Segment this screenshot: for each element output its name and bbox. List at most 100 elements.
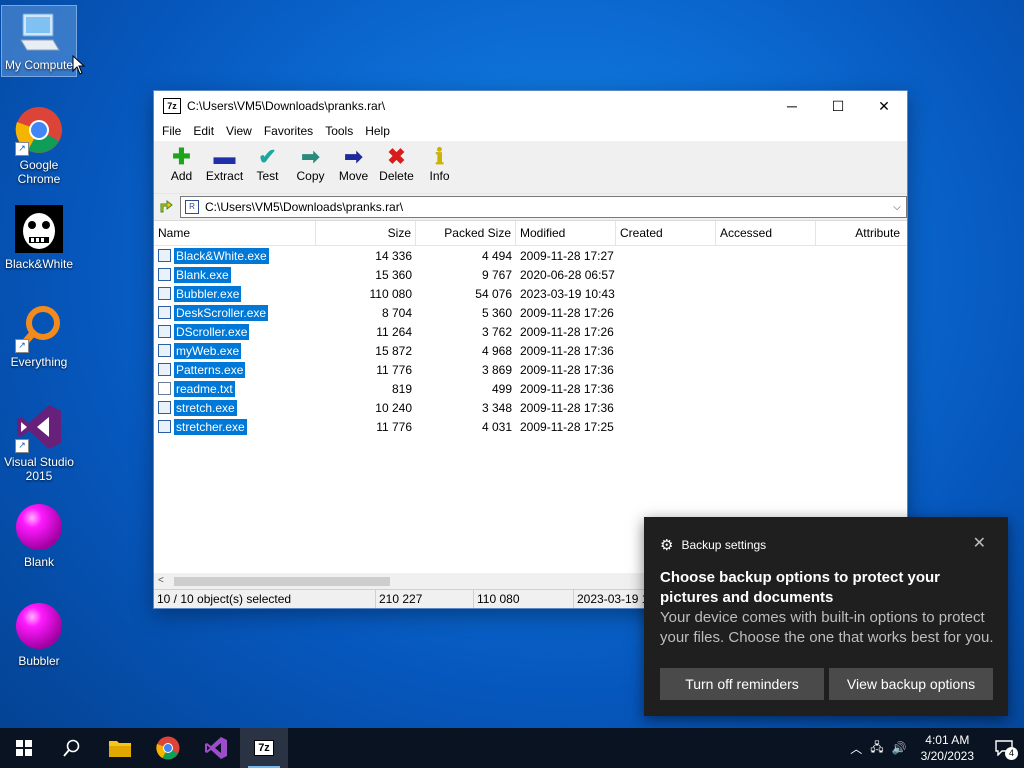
toast-close-button[interactable]: ✕	[973, 533, 986, 553]
file-modified: 2023-03-19 10:43	[520, 286, 615, 301]
delete-button[interactable]: ✖ Delete	[375, 141, 418, 184]
menu-view[interactable]: View	[220, 124, 258, 138]
exe-file-icon	[158, 401, 171, 414]
exe-file-icon	[158, 363, 171, 376]
scroll-left-icon[interactable]: <	[158, 573, 164, 589]
desktop-icon-my-computer[interactable]: My Compute	[1, 5, 77, 77]
file-modified: 2009-11-28 17:36	[520, 400, 614, 415]
address-bar[interactable]: R C:\Users\VM5\Downloads\pranks.rar\ ⌵	[180, 196, 907, 218]
extract-label: Extract	[205, 169, 244, 183]
info-button[interactable]: ℹ Info	[418, 141, 461, 184]
menu-favorites[interactable]: Favorites	[258, 124, 319, 138]
address-text: C:\Users\VM5\Downloads\pranks.rar\	[205, 200, 404, 214]
table-row[interactable]: readme.txt 819 499 2009-11-28 17:36	[154, 379, 907, 398]
table-row[interactable]: DScroller.exe 11 264 3 762 2009-11-28 17…	[154, 322, 907, 341]
desktop-icon-visual-studio[interactable]: ↗ Visual Studio 2015	[2, 403, 76, 483]
7zip-app-icon: 7z	[163, 98, 181, 114]
column-header-modified[interactable]: Modified	[516, 221, 616, 245]
move-button[interactable]: ➡ Move	[332, 141, 375, 184]
column-header-name[interactable]: Name	[154, 221, 316, 245]
test-icon: ✔	[258, 144, 277, 169]
add-button[interactable]: ✚ Add	[160, 141, 203, 184]
minimize-button[interactable]: ─	[769, 91, 815, 121]
column-header-accessed[interactable]: Accessed	[716, 221, 816, 245]
column-header-packed-size[interactable]: Packed Size	[416, 221, 516, 245]
file-modified: 2020-06-28 06:57	[520, 267, 615, 282]
desktop-icon-label: Blank	[23, 555, 55, 569]
menu-help[interactable]: Help	[359, 124, 396, 138]
table-row[interactable]: myWeb.exe 15 872 4 968 2009-11-28 17:36	[154, 341, 907, 360]
info-icon: ℹ	[435, 144, 444, 169]
file-name: myWeb.exe	[174, 342, 242, 359]
file-packed-size: 54 076	[475, 286, 512, 301]
volume-icon[interactable]: 🔊	[888, 741, 911, 755]
taskbar-file-explorer[interactable]	[96, 728, 144, 768]
column-header-size[interactable]: Size	[316, 221, 416, 245]
test-button[interactable]: ✔ Test	[246, 141, 289, 184]
extract-button[interactable]: ▬ Extract	[203, 141, 246, 184]
mouse-cursor-icon	[72, 54, 86, 78]
scrollbar-thumb[interactable]	[174, 577, 390, 586]
file-packed-size: 4 494	[481, 248, 512, 263]
file-name: Black&White.exe	[174, 247, 269, 264]
magenta-ball-icon	[15, 602, 63, 650]
file-packed-size: 499	[491, 381, 512, 396]
action-center-button[interactable]: 4	[984, 728, 1024, 768]
exe-file-icon	[158, 249, 171, 262]
table-row[interactable]: stretcher.exe 11 776 4 031 2009-11-28 17…	[154, 417, 907, 436]
folder-up-button[interactable]	[154, 198, 180, 217]
table-row[interactable]: Patterns.exe 11 776 3 869 2009-11-28 17:…	[154, 360, 907, 379]
taskbar-chrome[interactable]	[144, 728, 192, 768]
close-button[interactable]: ✕	[861, 91, 907, 121]
add-label: Add	[170, 169, 193, 183]
desktop-icon-black-white[interactable]: Black&White	[2, 205, 76, 271]
taskbar-7zip[interactable]: 7z	[240, 728, 288, 768]
folder-up-icon	[160, 199, 173, 212]
desktop-icon-bubbler[interactable]: Bubbler	[2, 602, 76, 668]
file-size: 15 872	[375, 343, 412, 358]
turn-off-reminders-button[interactable]: Turn off reminders	[660, 668, 824, 700]
notification-count-badge: 4	[1005, 747, 1018, 760]
info-label: Info	[429, 169, 450, 183]
file-size: 14 336	[375, 248, 412, 263]
menu-file[interactable]: File	[156, 124, 187, 138]
table-row[interactable]: DeskScroller.exe 8 704 5 360 2009-11-28 …	[154, 303, 907, 322]
maximize-button[interactable]: ☐	[815, 91, 861, 121]
column-header-created[interactable]: Created	[616, 221, 716, 245]
table-row[interactable]: stretch.exe 10 240 3 348 2009-11-28 17:3…	[154, 398, 907, 417]
visual-studio-icon	[205, 737, 227, 759]
status-selected: 10 / 10 object(s) selected	[154, 590, 376, 608]
clock[interactable]: 4:01 AM 3/20/2023	[911, 732, 984, 764]
chevron-down-icon[interactable]: ⌵	[888, 202, 906, 213]
table-row[interactable]: Blank.exe 15 360 9 767 2020-06-28 06:57	[154, 265, 907, 284]
archive-icon: R	[185, 200, 199, 214]
file-size: 8 704	[381, 305, 412, 320]
view-backup-options-button[interactable]: View backup options	[829, 668, 993, 700]
copy-label: Copy	[296, 169, 325, 183]
desktop-icon-blank[interactable]: Blank	[2, 503, 76, 569]
file-size: 110 080	[369, 286, 413, 301]
test-label: Test	[256, 169, 279, 183]
file-list[interactable]: Name Size Packed Size Modified Created A…	[154, 221, 907, 551]
chevron-up-icon[interactable]: ︿	[846, 740, 866, 757]
menu-edit[interactable]: Edit	[187, 124, 220, 138]
file-name: DeskScroller.exe	[174, 304, 269, 321]
table-row[interactable]: Bubbler.exe 110 080 54 076 2023-03-19 10…	[154, 284, 907, 303]
desktop-icon-google-chrome[interactable]: ↗ Google Chrome	[2, 106, 76, 186]
column-header-attributes[interactable]: Attribute	[816, 221, 904, 245]
file-name: stretch.exe	[174, 399, 237, 416]
clock-time: 4:01 AM	[925, 733, 970, 747]
copy-button[interactable]: ➡ Copy	[289, 141, 332, 184]
start-button[interactable]	[0, 728, 48, 768]
extract-icon: ▬	[213, 144, 236, 169]
file-modified: 2009-11-28 17:27	[520, 248, 614, 263]
menu-tools[interactable]: Tools	[319, 124, 359, 138]
toast-app-name: Backup settings	[681, 538, 767, 552]
table-row[interactable]: Black&White.exe 14 336 4 494 2009-11-28 …	[154, 246, 907, 265]
network-icon[interactable]: 🖧	[866, 738, 887, 759]
search-button[interactable]	[48, 728, 96, 768]
desktop-icon-everything[interactable]: ↗ Everything	[2, 303, 76, 369]
taskbar-visual-studio[interactable]	[192, 728, 240, 768]
title-bar[interactable]: 7z C:\Users\VM5\Downloads\pranks.rar\ ─ …	[154, 91, 907, 121]
clock-date: 3/20/2023	[920, 749, 974, 763]
